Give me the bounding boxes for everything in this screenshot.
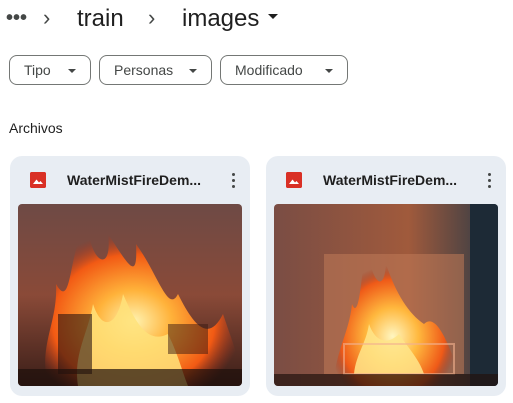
filter-personas-button[interactable]: Personas [99, 55, 212, 85]
caret-down-icon [189, 69, 197, 73]
file-name: WaterMistFireDem... [67, 172, 202, 188]
breadcrumb-item-train[interactable]: train [77, 4, 124, 34]
filter-modificado-label: Modificado [235, 62, 303, 78]
file-card[interactable]: WaterMistFireDem... [10, 156, 250, 396]
more-options-icon[interactable] [226, 168, 240, 192]
filter-tipo-button[interactable]: Tipo [9, 55, 91, 85]
breadcrumb-item-images[interactable]: images [182, 4, 259, 34]
filter-personas-label: Personas [114, 62, 174, 78]
file-card[interactable]: WaterMistFireDem... [266, 156, 506, 396]
filter-modificado-button[interactable]: Modificado [220, 55, 348, 85]
breadcrumb: ••• › train › images [0, 0, 513, 40]
image-file-icon [286, 172, 302, 188]
file-name: WaterMistFireDem... [323, 172, 458, 188]
chevron-right-icon: › [148, 5, 156, 30]
filter-tipo-label: Tipo [24, 62, 51, 78]
more-folders-icon[interactable]: ••• [6, 8, 27, 28]
file-thumbnail [18, 204, 242, 386]
file-thumbnail [274, 204, 498, 386]
more-options-icon[interactable] [482, 168, 496, 192]
section-title: Archivos [9, 120, 63, 136]
image-file-icon [30, 172, 46, 188]
caret-down-icon[interactable] [268, 14, 278, 19]
caret-down-icon [325, 69, 333, 73]
chevron-right-icon: › [43, 5, 51, 30]
caret-down-icon [68, 69, 76, 73]
